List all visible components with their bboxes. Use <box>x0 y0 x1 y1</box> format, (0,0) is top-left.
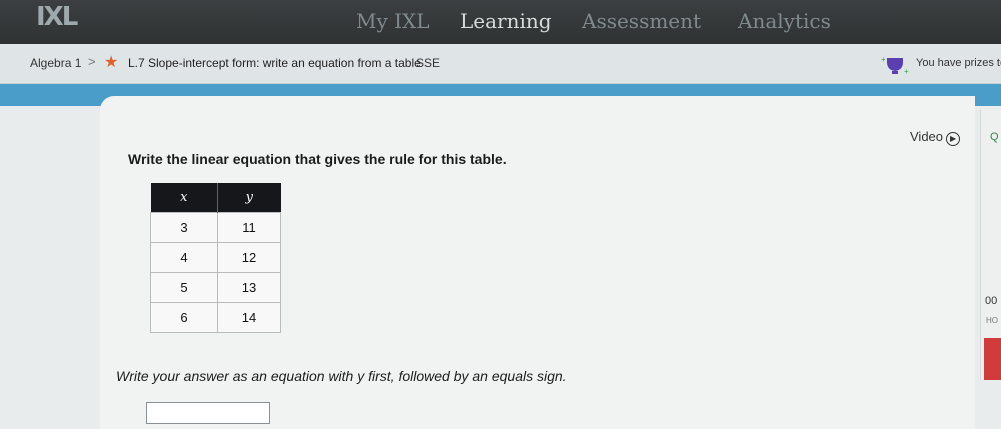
side-panel-value: 00 <box>985 295 998 307</box>
tab-my-ixl[interactable]: My IXL <box>356 8 430 34</box>
chevron-right-icon: > <box>88 54 96 69</box>
xy-table: x y 3 11 4 12 5 13 6 14 <box>150 183 281 333</box>
table-cell-x: 6 <box>150 301 218 333</box>
breadcrumb: Algebra 1 > ★ L.7 Slope-intercept form: … <box>0 44 1001 84</box>
table-row: 6 14 <box>150 301 281 333</box>
play-icon: ▶ <box>946 132 961 146</box>
table-cell-x: 3 <box>150 211 218 243</box>
svg-text:+: + <box>881 55 886 64</box>
table-cell-x: 4 <box>150 241 218 273</box>
column-header-x: x <box>150 183 218 212</box>
skill-code: SSE <box>416 56 441 70</box>
table-cell-y: 13 <box>217 271 281 303</box>
column-header-y: y <box>217 183 281 212</box>
table-cell-x: 5 <box>150 271 218 303</box>
star-icon: ★ <box>104 54 119 71</box>
tab-learning[interactable]: Learning <box>460 8 552 34</box>
side-panel-sublabel: HO <box>986 316 998 325</box>
table-cell-y: 14 <box>217 301 281 333</box>
tab-analytics[interactable]: Analytics <box>738 8 831 34</box>
tab-assessment[interactable]: Assessment <box>582 8 701 34</box>
prize-message[interactable]: You have prizes to <box>916 57 1001 69</box>
table-cell-y: 11 <box>217 211 281 243</box>
side-panel-label: Q <box>990 131 999 143</box>
table-row: 3 11 <box>150 211 281 243</box>
ixl-logo[interactable]: IXL <box>36 4 102 30</box>
side-panel-badge <box>984 338 1001 380</box>
trophy-icon[interactable]: + + <box>880 54 910 76</box>
top-navigation: IXL My IXL Learning Assessment Analytics <box>0 0 1001 44</box>
svg-text:+: + <box>904 67 909 76</box>
breadcrumb-skill: L.7 Slope-intercept form: write an equat… <box>128 56 421 70</box>
question-prompt: Write the linear equation that gives the… <box>128 151 507 167</box>
table-row: 4 12 <box>150 241 281 273</box>
video-label: Video <box>910 129 944 144</box>
table-cell-y: 12 <box>217 241 281 273</box>
breadcrumb-subject[interactable]: Algebra 1 <box>30 56 81 70</box>
answer-instruction: Write your answer as an equation with y … <box>116 368 567 384</box>
answer-input[interactable] <box>146 402 270 424</box>
video-button[interactable]: Video ▶ <box>910 129 961 146</box>
table-header-row: x y <box>150 183 281 212</box>
table-row: 5 13 <box>150 271 281 303</box>
